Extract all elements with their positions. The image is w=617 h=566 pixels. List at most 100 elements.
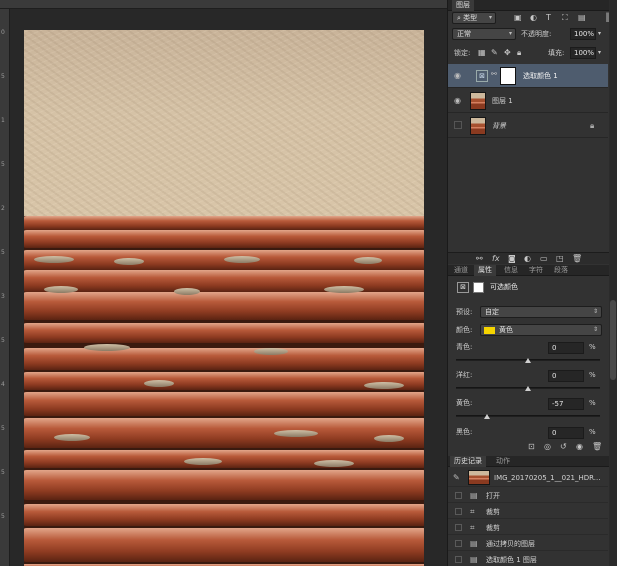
reset-icon[interactable]: ↺: [560, 442, 567, 452]
slider-label-yellow: 黄色:: [456, 399, 473, 407]
photo-rusty-pipe: [24, 504, 424, 526]
eye-icon[interactable]: ◉: [454, 71, 461, 80]
layers-list: ◉ ⊠ ⚯ 选取颜色 1 ◉ 图层 1 背景 🔒︎: [448, 64, 608, 144]
tab-history[interactable]: 历史记录: [450, 456, 486, 467]
photo-rusty-pipe: [24, 323, 424, 343]
chevron-updown-icon: ⇕: [592, 326, 598, 333]
new-adjustment-icon[interactable]: ◐: [524, 254, 531, 264]
tab-paragraph[interactable]: 段落: [550, 265, 572, 276]
layer-style-fx-icon[interactable]: fx: [492, 254, 500, 264]
document-photo[interactable]: [24, 30, 424, 566]
photo-dry-leaf: [274, 430, 318, 437]
ruler-tick: 5: [1, 513, 5, 520]
layer-name[interactable]: 背景: [492, 122, 506, 131]
layers-footer: ⚯ fx ◙ ◐ ▭ ◳ 🗑︎: [448, 252, 610, 264]
layer-row-selective-color[interactable]: ◉ ⊠ ⚯ 选取颜色 1: [448, 64, 608, 88]
photo-dry-leaf: [114, 258, 144, 265]
right-panels: 图层 ⌕ 类型 ▾ ▣ ◐ T ⛶ ▤ ▐ 正常 ▾ 不透明度: 100% ▾ 锁定…: [447, 0, 617, 566]
slider-knob-magenta[interactable]: [525, 386, 531, 391]
lock-position-icon[interactable]: ✥: [504, 48, 511, 58]
ruler-tick: 5: [1, 425, 5, 432]
opacity-input[interactable]: 100%: [570, 28, 596, 40]
fill-input[interactable]: 100%: [570, 47, 596, 59]
history-item[interactable]: ⌗ 裁剪: [448, 520, 608, 535]
panels-scrollbar[interactable]: [609, 0, 617, 566]
history-item-label: 通过拷贝的图层: [486, 540, 535, 548]
filter-type-value: 类型: [463, 14, 478, 22]
photo-dry-leaf: [254, 348, 288, 355]
history-checkbox[interactable]: [455, 524, 462, 531]
slider-unit-black: %: [589, 428, 596, 436]
scrollbar-thumb[interactable]: [610, 300, 616, 380]
layer-row-layer1[interactable]: ◉ 图层 1: [448, 89, 608, 113]
visibility-off-box[interactable]: [454, 121, 462, 129]
ruler-tick: 5: [1, 337, 5, 344]
slider-input-yellow[interactable]: -57: [548, 398, 584, 410]
layer-filter-select[interactable]: ⌕ 类型 ▾: [452, 12, 496, 24]
preset-select[interactable]: 自定 ⇕: [480, 306, 602, 318]
fill-chevron-icon[interactable]: ▾: [598, 48, 601, 58]
new-layer-icon[interactable]: ◳: [556, 254, 564, 264]
slider-input-magenta[interactable]: 0: [548, 370, 584, 382]
tab-layers[interactable]: 图层: [452, 0, 474, 11]
color-select[interactable]: 黄色 ⇕: [480, 324, 602, 336]
clip-to-layer-icon[interactable]: ⊡: [528, 442, 535, 452]
canvas-area[interactable]: 0 5 1 5 2 5 3 5 4 5 5 5: [0, 0, 580, 566]
filter-shape-icon[interactable]: ⛶: [562, 13, 568, 23]
crop-icon: ⌗: [470, 523, 475, 532]
opacity-chevron-icon[interactable]: ▾: [598, 29, 601, 39]
history-item[interactable]: ▤ 打开: [448, 488, 608, 503]
view-previous-icon[interactable]: ◎: [544, 442, 551, 452]
slider-input-black[interactable]: 0: [548, 427, 584, 439]
tab-actions[interactable]: 动作: [492, 456, 514, 467]
history-checkbox[interactable]: [455, 556, 462, 563]
tab-info[interactable]: 信息: [500, 265, 522, 276]
photo-ground: [24, 30, 424, 216]
filter-smart-object-icon[interactable]: ▤: [578, 13, 586, 23]
delete-layer-icon[interactable]: 🗑︎: [572, 254, 582, 264]
lock-paint-icon[interactable]: ✎: [491, 48, 498, 58]
new-group-icon[interactable]: ▭: [540, 254, 548, 264]
history-item-label: 打开: [486, 492, 500, 500]
history-snapshot[interactable]: ✎ IMG_20170205_1__021_HDR...: [448, 469, 608, 487]
history-checkbox[interactable]: [455, 508, 462, 515]
photo-rusty-pipe: [24, 292, 424, 320]
lock-transparent-icon[interactable]: ▦: [478, 48, 486, 58]
mask-properties-icon[interactable]: [473, 282, 484, 293]
history-tab-strip: 历史记录 动作: [448, 456, 617, 467]
properties-title: 可选颜色: [490, 283, 518, 291]
history-checkbox[interactable]: [455, 540, 462, 547]
slider-input-cyan[interactable]: 0: [548, 342, 584, 354]
slider-knob-yellow[interactable]: [483, 414, 490, 419]
tab-channels[interactable]: 通道: [450, 265, 472, 276]
tab-character[interactable]: 字符: [525, 265, 547, 276]
history-item[interactable]: ▤ 通过拷贝的图层: [448, 536, 608, 551]
ruler-tick: 5: [1, 249, 5, 256]
eye-icon[interactable]: ◉: [454, 96, 461, 105]
slider-track-yellow[interactable]: [456, 415, 600, 417]
filter-pixel-icon[interactable]: ▣: [514, 13, 522, 23]
photo-rusty-pipe: [24, 418, 424, 448]
history-item[interactable]: ⌗ 裁剪: [448, 504, 608, 519]
slider-label-black: 黑色:: [456, 428, 473, 436]
visibility-eye-icon[interactable]: ◉: [576, 442, 583, 452]
add-mask-icon[interactable]: ◙: [508, 254, 516, 264]
crop-icon: ⌗: [470, 507, 475, 516]
filter-adjustment-icon[interactable]: ◐: [530, 13, 537, 23]
layer-row-background[interactable]: 背景 🔒︎: [448, 114, 608, 138]
layer-name[interactable]: 图层 1: [492, 97, 513, 106]
history-checkbox[interactable]: [455, 492, 462, 499]
slider-unit-cyan: %: [589, 343, 596, 351]
filter-type-icon[interactable]: T: [546, 13, 551, 23]
blend-mode-select[interactable]: 正常 ▾: [452, 28, 516, 40]
delete-adjustment-icon[interactable]: 🗑︎: [592, 442, 602, 452]
tab-properties[interactable]: 属性: [474, 265, 496, 276]
photo-rusty-pipe: [24, 348, 424, 370]
layer-name[interactable]: 选取颜色 1: [523, 72, 558, 81]
photo-dry-leaf: [84, 344, 130, 351]
slider-knob-cyan[interactable]: [525, 358, 531, 363]
link-layers-icon[interactable]: ⚯: [476, 254, 483, 264]
history-item[interactable]: ▤ 选取颜色 1 图层: [448, 552, 608, 566]
lock-all-icon[interactable]: 🔒︎: [517, 48, 521, 58]
history-brush-icon: ✎: [453, 473, 460, 482]
